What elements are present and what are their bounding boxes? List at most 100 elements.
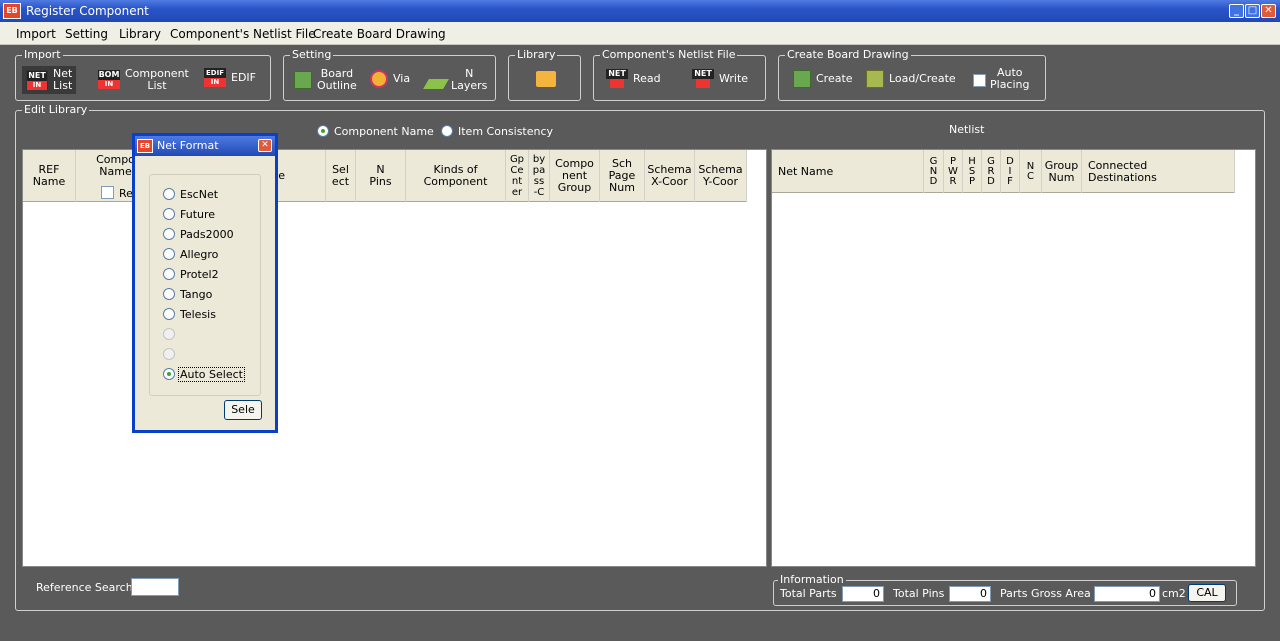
- title-bar: EB Register Component _ □ ✕: [0, 0, 1280, 22]
- edif-in-icon: [204, 68, 226, 88]
- option-escnet-label: EscNet: [180, 188, 219, 201]
- library-group-label: Library: [515, 48, 558, 62]
- edif-button[interactable]: EDIF: [204, 68, 256, 88]
- option-protel2-radio[interactable]: [163, 268, 175, 280]
- option-telesis-radio[interactable]: [163, 308, 175, 320]
- option-allegro-radio[interactable]: [163, 248, 175, 260]
- col-hsp[interactable]: H S P: [963, 150, 982, 193]
- option-disabled-radio-2: [163, 348, 175, 360]
- option-future-radio[interactable]: [163, 208, 175, 220]
- net-format-dialog: EB Net Format ✕ EscNet Future Pads2000 A…: [132, 133, 278, 433]
- menu-bar: Import Setting Library Component's Netli…: [0, 22, 1280, 45]
- setting-group-label: Setting: [290, 48, 334, 62]
- col-bypass-c[interactable]: by pa ss -C: [529, 150, 550, 202]
- reference-search-label: Reference Search: [36, 581, 133, 594]
- option-pads2000-label: Pads2000: [180, 228, 234, 241]
- option-auto-select-radio[interactable]: [163, 368, 175, 380]
- auto-placing-checkbox[interactable]: [973, 74, 986, 87]
- read-netlist-button[interactable]: Read: [606, 69, 661, 89]
- col-select[interactable]: Sel ect: [326, 150, 356, 202]
- col-sch-page-num[interactable]: Sch Page Num: [600, 150, 645, 202]
- board-outline-button[interactable]: Board Outline: [294, 68, 357, 92]
- netlist-title: Netlist: [949, 123, 985, 136]
- board-outline-label: Board Outline: [317, 67, 357, 92]
- col-n-pins[interactable]: N Pins: [356, 150, 406, 202]
- option-pads2000-radio[interactable]: [163, 228, 175, 240]
- app-icon: EB: [3, 3, 21, 19]
- load-create-icon: [866, 70, 884, 88]
- read-label: Read: [633, 72, 661, 85]
- n-layers-button[interactable]: N Layers: [423, 68, 487, 92]
- select-button[interactable]: Sele: [224, 400, 262, 420]
- mode-item-consistency-radio[interactable]: [441, 125, 453, 137]
- net-in-icon: [26, 70, 48, 90]
- area-unit-label: cm2: [1162, 587, 1186, 600]
- col-grd[interactable]: G R D: [982, 150, 1001, 193]
- via-icon: [370, 70, 388, 88]
- col-gnd[interactable]: G N D: [924, 150, 944, 193]
- dialog-app-icon: EB: [137, 139, 153, 153]
- total-pins-field: 0: [949, 586, 991, 602]
- menu-import[interactable]: Import: [16, 27, 56, 41]
- library-group: Library: [508, 48, 581, 101]
- col-component-group[interactable]: Compo nent Group: [550, 150, 600, 202]
- component-list-label: Component List: [125, 67, 189, 92]
- window-title: Register Component: [26, 4, 149, 18]
- menu-library[interactable]: Library: [119, 27, 161, 41]
- col-schema-y[interactable]: Schema Y-Coor: [695, 150, 747, 202]
- cal-button[interactable]: CAL: [1188, 584, 1226, 602]
- create-board-button[interactable]: Create: [793, 70, 853, 88]
- create-board-icon: [793, 70, 811, 88]
- component-list-button[interactable]: Component List: [98, 68, 189, 92]
- col-ref-name[interactable]: REF Name: [23, 150, 76, 202]
- reference-search-input[interactable]: [131, 578, 179, 596]
- col-schema-x[interactable]: Schema X-Coor: [645, 150, 695, 202]
- menu-create-board[interactable]: Create Board Drawing: [313, 27, 446, 41]
- col-nc[interactable]: N C: [1020, 150, 1042, 193]
- mode-component-name-radio[interactable]: [317, 125, 329, 137]
- auto-placing-label: Auto Placing: [990, 66, 1030, 91]
- via-button[interactable]: Via: [370, 70, 410, 88]
- net-list-button[interactable]: Net List: [22, 66, 77, 94]
- maximize-button[interactable]: □: [1245, 4, 1260, 18]
- information-label: Information: [778, 573, 846, 587]
- write-netlist-button[interactable]: Write: [692, 69, 748, 89]
- close-button[interactable]: ✕: [1261, 4, 1276, 18]
- option-future-label: Future: [180, 208, 216, 221]
- col-group-num[interactable]: Group Num: [1042, 150, 1082, 193]
- edit-library-label: Edit Library: [22, 103, 90, 117]
- option-allegro-label: Allegro: [180, 248, 219, 261]
- menu-setting[interactable]: Setting: [65, 27, 108, 41]
- option-tango-label: Tango: [180, 288, 213, 301]
- import-group: Import Net List Component List EDIF: [15, 48, 271, 101]
- option-auto-select-label: Auto Select: [178, 367, 245, 382]
- col-dif[interactable]: D I F: [1001, 150, 1020, 193]
- option-protel2-label: Protel2: [180, 268, 219, 281]
- option-tango-radio[interactable]: [163, 288, 175, 300]
- re-checkbox[interactable]: [101, 186, 114, 199]
- netlist-file-group-label: Component's Netlist File: [600, 48, 738, 62]
- dialog-close-button[interactable]: ✕: [258, 139, 272, 152]
- load-create-button[interactable]: Load/Create: [866, 70, 956, 88]
- col-gp-center[interactable]: Gp Ce nt er: [506, 150, 529, 202]
- menu-netlist-file[interactable]: Component's Netlist File: [170, 27, 316, 41]
- create-board-group-label: Create Board Drawing: [785, 48, 911, 62]
- re-checkbox-label: Re: [119, 187, 133, 200]
- mode-item-consistency-label: Item Consistency: [458, 125, 554, 138]
- netlist-table[interactable]: Net Name G N D P W R H S P G R D D I F N…: [771, 149, 1256, 567]
- parts-gross-area-label: Parts Gross Area: [1000, 587, 1091, 600]
- option-disabled-radio-1: [163, 328, 175, 340]
- col-net-name[interactable]: Net Name: [772, 150, 924, 193]
- dialog-title-bar: EB Net Format ✕: [135, 136, 275, 156]
- col-kinds-of-component[interactable]: Kinds of Component: [406, 150, 506, 202]
- create-label: Create: [816, 72, 853, 85]
- col-pwr[interactable]: P W R: [944, 150, 963, 193]
- parts-gross-area-field: 0: [1094, 586, 1160, 602]
- col-connected-destinations[interactable]: Connected Destinations: [1082, 150, 1235, 193]
- minimize-button[interactable]: _: [1229, 4, 1244, 18]
- netlist-table-header: Net Name G N D P W R H S P G R D D I F N…: [772, 150, 1235, 193]
- option-escnet-radio[interactable]: [163, 188, 175, 200]
- dialog-title: Net Format: [157, 139, 219, 152]
- open-library-button[interactable]: [536, 71, 561, 87]
- net-list-label: Net List: [53, 67, 73, 92]
